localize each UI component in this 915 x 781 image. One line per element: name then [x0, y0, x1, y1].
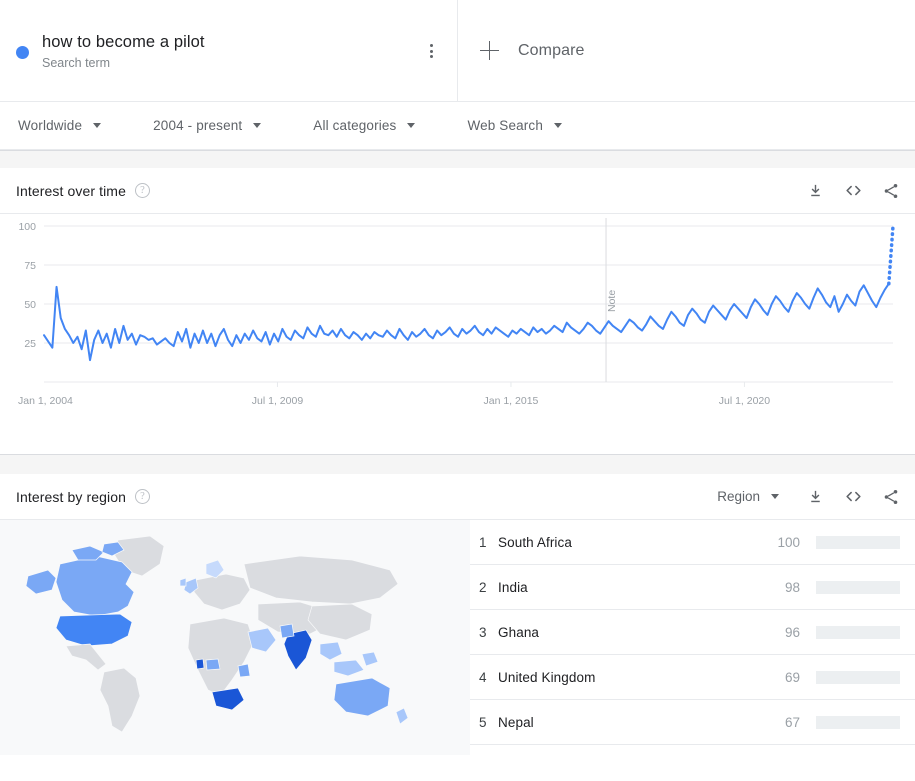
- svg-text:25: 25: [24, 338, 36, 350]
- region-rank: 3: [470, 625, 498, 640]
- section-separator-2: [0, 454, 915, 474]
- svg-text:Jan 1, 2004: Jan 1, 2004: [18, 395, 73, 407]
- filter-location-label: Worldwide: [18, 118, 82, 133]
- chevron-down-icon: [253, 123, 261, 128]
- region-row[interactable]: 5Nepal67: [470, 700, 915, 745]
- embed-icon[interactable]: [843, 181, 863, 201]
- trends-page: how to become a pilot Search term Compar…: [0, 0, 915, 781]
- share-icon[interactable]: [881, 487, 901, 507]
- region-value: 98: [760, 580, 800, 595]
- region-name: Nepal: [498, 715, 760, 730]
- svg-text:Jul 1, 2009: Jul 1, 2009: [252, 395, 304, 407]
- region-name: Ghana: [498, 625, 760, 640]
- region-breakdown-label: Region: [717, 489, 760, 504]
- filter-bar: Worldwide 2004 - present All categories …: [0, 102, 915, 150]
- svg-text:50: 50: [24, 299, 36, 311]
- chevron-down-icon: [554, 123, 562, 128]
- interest-by-region-actions: Region: [717, 487, 901, 507]
- interest-over-time-actions: [805, 181, 901, 201]
- plus-icon: [480, 41, 500, 61]
- region-value: 67: [760, 715, 800, 730]
- svg-text:Note: Note: [606, 290, 618, 312]
- embed-icon[interactable]: [843, 487, 863, 507]
- region-ranking-list: 1South Africa1002India983Ghana964United …: [470, 520, 915, 755]
- section-separator: [0, 150, 915, 168]
- region-value: 96: [760, 625, 800, 640]
- region-bar-track: [816, 626, 900, 639]
- region-name: South Africa: [498, 535, 760, 550]
- interest-by-region-body: 1South Africa1002India983Ghana964United …: [0, 520, 915, 755]
- help-icon[interactable]: ?: [135, 183, 150, 198]
- region-bar-track: [816, 581, 900, 594]
- help-icon[interactable]: ?: [135, 489, 150, 504]
- svg-text:75: 75: [24, 260, 36, 272]
- svg-text:Jan 1, 2015: Jan 1, 2015: [484, 395, 539, 407]
- interest-over-time-chart[interactable]: 25 50 75 100 Jan 1, 2004 Jul 1, 2009 Jan 1, 20…: [0, 214, 915, 454]
- map-region-kenya[interactable]: [238, 664, 250, 677]
- chevron-down-icon: [93, 123, 101, 128]
- time-series-svg: 25 50 75 100 Jan 1, 2004 Jul 1, 2009 Jan 1, 20…: [0, 214, 915, 454]
- map-region-pakistan[interactable]: [280, 624, 294, 638]
- region-rank: 5: [470, 715, 498, 730]
- search-term-bar: how to become a pilot Search term Compar…: [0, 0, 915, 102]
- chevron-down-icon: [771, 494, 779, 499]
- filter-search-type[interactable]: Web Search: [467, 118, 562, 133]
- kebab-menu-icon[interactable]: [419, 39, 443, 63]
- region-row[interactable]: 2India98: [470, 565, 915, 610]
- region-rank: 1: [470, 535, 498, 550]
- download-icon[interactable]: [805, 181, 825, 201]
- compare-label: Compare: [518, 42, 585, 60]
- interest-by-region-card: Interest by region ? Region: [0, 474, 915, 755]
- region-bar-track: [816, 671, 900, 684]
- region-breakdown-select[interactable]: Region: [717, 489, 779, 504]
- interest-over-time-header: Interest over time ?: [0, 168, 915, 214]
- interest-over-time-title: Interest over time: [16, 183, 126, 199]
- search-term-card[interactable]: how to become a pilot Search term: [0, 0, 458, 102]
- map-region-ghana[interactable]: [196, 659, 204, 669]
- region-rank: 4: [470, 670, 498, 685]
- region-rank: 2: [470, 580, 498, 595]
- region-value: 69: [760, 670, 800, 685]
- filter-time-range[interactable]: 2004 - present: [153, 118, 261, 133]
- interest-by-region-title: Interest by region: [16, 489, 126, 505]
- region-name: United Kingdom: [498, 670, 760, 685]
- region-row[interactable]: 3Ghana96: [470, 610, 915, 655]
- region-name: India: [498, 580, 760, 595]
- series-color-dot: [16, 46, 29, 59]
- region-bar-track: [816, 536, 900, 549]
- svg-text:100: 100: [18, 221, 36, 233]
- filter-category[interactable]: All categories: [313, 118, 415, 133]
- region-row[interactable]: 1South Africa100: [470, 520, 915, 565]
- region-row[interactable]: 4United Kingdom69: [470, 655, 915, 700]
- region-bar-track: [816, 716, 900, 729]
- filter-search-type-label: Web Search: [467, 118, 543, 133]
- region-value: 100: [760, 535, 800, 550]
- region-map-pane[interactable]: [0, 520, 470, 755]
- search-term-subtitle: Search term: [42, 54, 205, 72]
- interest-by-region-header: Interest by region ? Region: [0, 474, 915, 520]
- download-icon[interactable]: [805, 487, 825, 507]
- add-comparison-button[interactable]: Compare: [458, 0, 915, 101]
- interest-over-time-card: Interest over time ?: [0, 168, 915, 454]
- world-choropleth-map[interactable]: [0, 520, 470, 755]
- search-term-title: how to become a pilot: [42, 31, 205, 53]
- share-icon[interactable]: [881, 181, 901, 201]
- filter-category-label: All categories: [313, 118, 396, 133]
- filter-location[interactable]: Worldwide: [18, 118, 101, 133]
- filter-time-range-label: 2004 - present: [153, 118, 242, 133]
- chevron-down-icon: [407, 123, 415, 128]
- map-region-nigeria[interactable]: [206, 659, 220, 670]
- svg-text:Jul 1, 2020: Jul 1, 2020: [719, 395, 771, 407]
